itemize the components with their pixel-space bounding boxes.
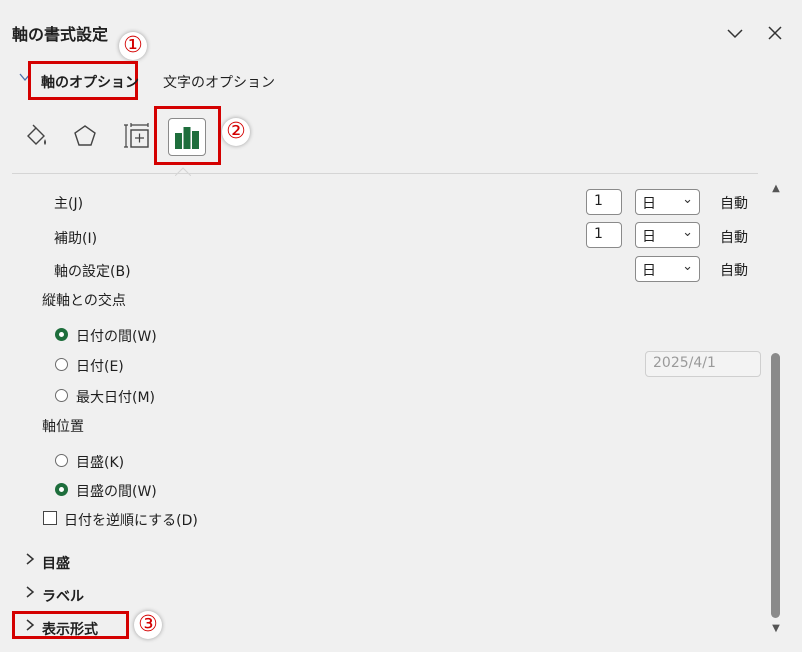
- major-unit-select-value: 日: [642, 196, 656, 212]
- callout-2: ②: [222, 118, 250, 146]
- minor-unit-label: 補助(I): [54, 231, 98, 247]
- axis-position-heading: 軸位置: [42, 419, 84, 435]
- chevron-down-icon: ⌄: [682, 225, 693, 240]
- minor-unit-select-value: 日: [642, 229, 656, 245]
- callout-1: ①: [119, 32, 147, 60]
- radio-date[interactable]: [55, 358, 68, 371]
- chevron-right-icon[interactable]: [24, 585, 36, 603]
- radio-between-tick-marks[interactable]: [55, 483, 68, 496]
- major-unit-select[interactable]: 日 ⌄: [635, 189, 700, 215]
- effects-pentagon-icon[interactable]: [68, 119, 102, 153]
- major-unit-input[interactable]: 1: [586, 189, 622, 215]
- axis-options-chart-icon[interactable]: [168, 118, 206, 156]
- tab-text-options[interactable]: 文字のオプション: [163, 72, 275, 92]
- chevron-right-icon[interactable]: [24, 618, 36, 636]
- radio-max-date-label: 最大日付(M): [76, 390, 156, 406]
- radio-between-tick-marks-label: 目盛の間(W): [76, 484, 157, 500]
- radio-date-label: 日付(E): [76, 359, 124, 375]
- major-unit-label: 主(J): [54, 196, 84, 212]
- vertical-cross-heading: 縦軸との交点: [42, 293, 126, 309]
- cross-date-input[interactable]: 2025/4/1: [645, 351, 761, 377]
- scroll-up-icon[interactable]: ▲: [767, 182, 785, 196]
- section-tick-marks[interactable]: 目盛: [42, 553, 70, 573]
- chevron-down-icon: ⌄: [682, 259, 693, 274]
- major-unit-auto[interactable]: 自動: [720, 193, 748, 213]
- radio-between-dates[interactable]: [55, 328, 68, 341]
- base-unit-auto[interactable]: 自動: [720, 260, 748, 280]
- selected-tab-pointer: [174, 164, 192, 180]
- minor-unit-auto[interactable]: 自動: [720, 227, 748, 247]
- minor-unit-select[interactable]: 日 ⌄: [635, 222, 700, 248]
- chevron-down-icon: ⌄: [682, 192, 693, 207]
- tab-axis-options[interactable]: 軸のオプション: [41, 72, 139, 92]
- size-properties-icon[interactable]: [119, 119, 153, 153]
- chevron-right-icon[interactable]: [24, 552, 36, 570]
- callout-3: ③: [134, 611, 162, 639]
- fill-line-icon[interactable]: [19, 119, 53, 153]
- section-number[interactable]: 表示形式: [42, 619, 98, 639]
- reverse-order-label: 日付を逆順にする(D): [64, 513, 198, 529]
- base-unit-select[interactable]: 日 ⌄: [635, 256, 700, 282]
- chevron-down-icon[interactable]: [724, 23, 746, 45]
- radio-between-dates-label: 日付の間(W): [76, 329, 157, 345]
- reverse-order-checkbox[interactable]: [43, 511, 57, 525]
- base-unit-label: 軸の設定(B): [54, 264, 131, 280]
- separator: [12, 173, 758, 174]
- section-labels[interactable]: ラベル: [42, 586, 84, 606]
- scroll-down-icon[interactable]: ▼: [767, 622, 785, 636]
- scrollbar-thumb[interactable]: [771, 353, 780, 618]
- minor-unit-input[interactable]: 1: [586, 222, 622, 248]
- radio-max-date[interactable]: [55, 389, 68, 402]
- radio-on-tick-marks[interactable]: [55, 454, 68, 467]
- radio-on-tick-marks-label: 目盛(K): [76, 455, 125, 471]
- close-icon[interactable]: [764, 23, 786, 45]
- base-unit-select-value: 日: [642, 263, 656, 279]
- pane-title: 軸の書式設定: [12, 25, 109, 44]
